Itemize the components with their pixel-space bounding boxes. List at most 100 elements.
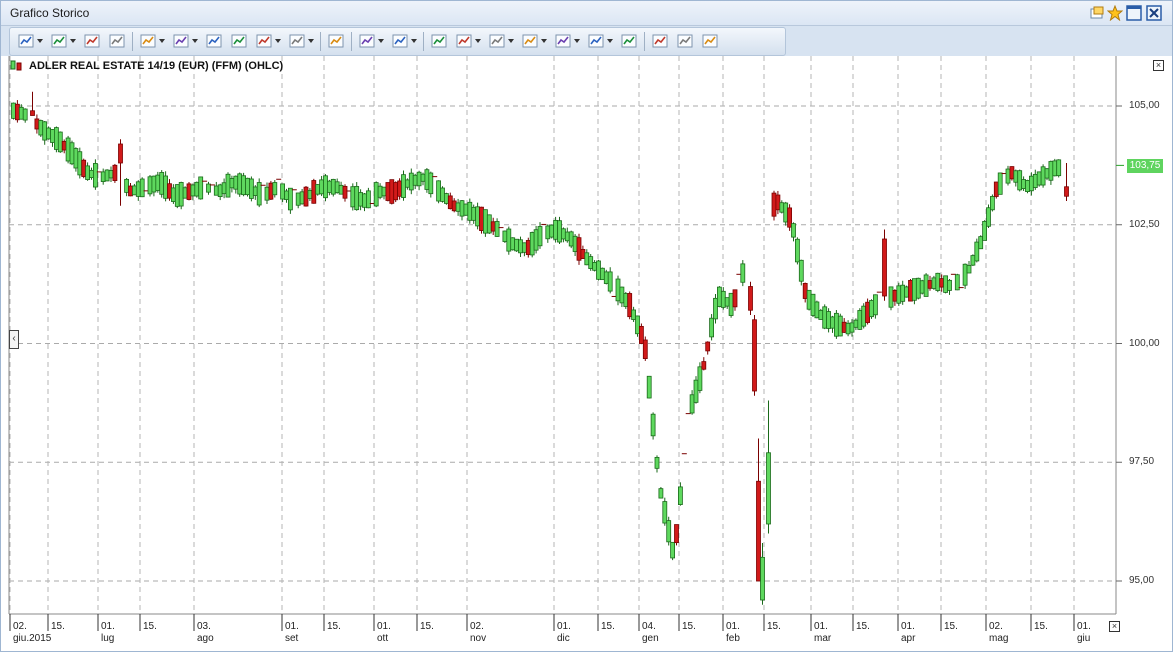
x-tick-month: mag [989, 633, 1009, 644]
ohlc-bar [525, 240, 531, 255]
ohlc-bar [338, 184, 344, 195]
x-tick-day: 01. [1077, 621, 1091, 632]
dropdown-arrow-icon[interactable] [70, 39, 76, 43]
ohlc-bar [923, 274, 929, 297]
ohlc-bar [600, 267, 605, 281]
color-icon[interactable] [553, 32, 573, 50]
ohlc-bar [373, 182, 379, 207]
ohlc-bar [564, 231, 570, 242]
grid-icon[interactable] [390, 32, 410, 50]
ohlc-bar [256, 182, 262, 206]
x-tick-month: feb [726, 633, 740, 644]
chart-area[interactable]: ADLER REAL ESTATE 14/19 (EUR) (FFM) (OHL… [1, 56, 1172, 651]
zoom-icon[interactable] [454, 32, 474, 50]
ohlc-bar [233, 175, 239, 190]
ohlc-bar [537, 226, 543, 247]
dropdown-arrow-icon[interactable] [607, 39, 613, 43]
ohlc-bar [490, 221, 496, 232]
dropdown-arrow-icon[interactable] [37, 39, 43, 43]
restore-icon[interactable] [1089, 5, 1105, 21]
scroll-left-icon[interactable]: ‹ [9, 330, 19, 349]
ohlc-bar [118, 143, 123, 164]
currency-icon[interactable] [287, 32, 307, 50]
x-tick-day: 04. [642, 621, 656, 632]
dropdown-arrow-icon[interactable] [574, 39, 580, 43]
dropdown-arrow-icon[interactable] [159, 39, 165, 43]
ohlc-bar [561, 228, 566, 240]
dropdown-arrow-icon[interactable] [378, 39, 384, 43]
volume-bars-icon[interactable] [204, 32, 224, 50]
ohlc-bar [124, 178, 129, 193]
ohlc-bar [272, 182, 278, 196]
clipboard-icon[interactable] [650, 32, 670, 50]
scale-icon[interactable] [326, 32, 346, 50]
maximize-icon[interactable] [1126, 5, 1142, 21]
dropdown-arrow-icon[interactable] [192, 39, 198, 43]
ohlc-bar [198, 176, 204, 200]
settings-icon[interactable] [586, 32, 606, 50]
dropdown-arrow-icon[interactable] [275, 39, 281, 43]
trend-icon[interactable] [229, 32, 249, 50]
ohlc-bar [57, 131, 63, 153]
ohlc-bar [709, 317, 714, 338]
toolbar-separator [351, 32, 352, 51]
ohlc-bar [915, 277, 921, 299]
dropdown-arrow-icon[interactable] [411, 39, 417, 43]
line-indicator-icon[interactable] [138, 32, 158, 50]
y-tick-label: 105,00 [1129, 100, 1160, 111]
ohlc-bar [982, 221, 987, 241]
ohlc-bar [584, 252, 590, 266]
compare-icon[interactable] [107, 32, 127, 50]
ohlc-bar [798, 259, 804, 282]
drawing-tools-icon[interactable] [171, 32, 191, 50]
close-window-icon[interactable] [1146, 5, 1162, 21]
ohlc-bar [514, 238, 519, 252]
ohlc-bar [670, 541, 675, 559]
toolbar [1, 26, 1172, 56]
ohlc-bar [65, 137, 71, 162]
pen-icon[interactable] [520, 32, 540, 50]
add-indicator-icon[interactable] [49, 32, 69, 50]
ohlc-bar [701, 361, 707, 370]
ohlc-bar [81, 159, 87, 177]
ohlc-chart[interactable] [1, 56, 1172, 651]
ohlc-bar [54, 127, 59, 150]
dropdown-arrow-icon[interactable] [308, 39, 314, 43]
crosshair-plus-icon[interactable] [82, 32, 102, 50]
ohlc-bar [580, 249, 586, 260]
ohlc-bar [131, 185, 137, 196]
ohlc-bar [299, 191, 305, 205]
close-axis-icon[interactable]: × [1109, 621, 1120, 632]
dropdown-arrow-icon[interactable] [541, 39, 547, 43]
pointer-icon[interactable] [487, 32, 507, 50]
dropdown-arrow-icon[interactable] [475, 39, 481, 43]
print-icon[interactable] [675, 32, 695, 50]
toolbar-separator [132, 32, 133, 51]
favorite-star-icon[interactable] [1106, 4, 1124, 22]
ohlc-bar [853, 319, 859, 328]
ohlc-bar [440, 187, 445, 202]
ohlc-bar [455, 202, 461, 212]
ohlc-bar [713, 297, 718, 320]
ohlc-bar [966, 264, 972, 274]
x-tick-month: mar [814, 633, 832, 644]
ohlc-bar [557, 220, 562, 243]
x-tick-month: set [285, 633, 299, 644]
candlestick-icon[interactable] [254, 32, 274, 50]
line-style-icon[interactable] [357, 32, 377, 50]
chart-type-icon[interactable] [16, 32, 36, 50]
ohlc-bar [904, 286, 909, 298]
ohlc-bar [522, 242, 527, 253]
delete-icon[interactable] [619, 32, 639, 50]
export-icon[interactable] [700, 32, 720, 50]
ohlc-bar [34, 118, 40, 130]
remove-drawing-icon[interactable] [429, 32, 449, 50]
ohlc-bar [479, 206, 484, 231]
ohlc-bar [818, 309, 824, 320]
ohlc-bar [728, 292, 734, 316]
ohlc-bar [365, 190, 371, 209]
dropdown-arrow-icon[interactable] [508, 39, 514, 43]
ohlc-bar [1056, 159, 1062, 177]
ohlc-bar [646, 375, 652, 399]
close-chart-icon[interactable]: × [1153, 60, 1164, 71]
